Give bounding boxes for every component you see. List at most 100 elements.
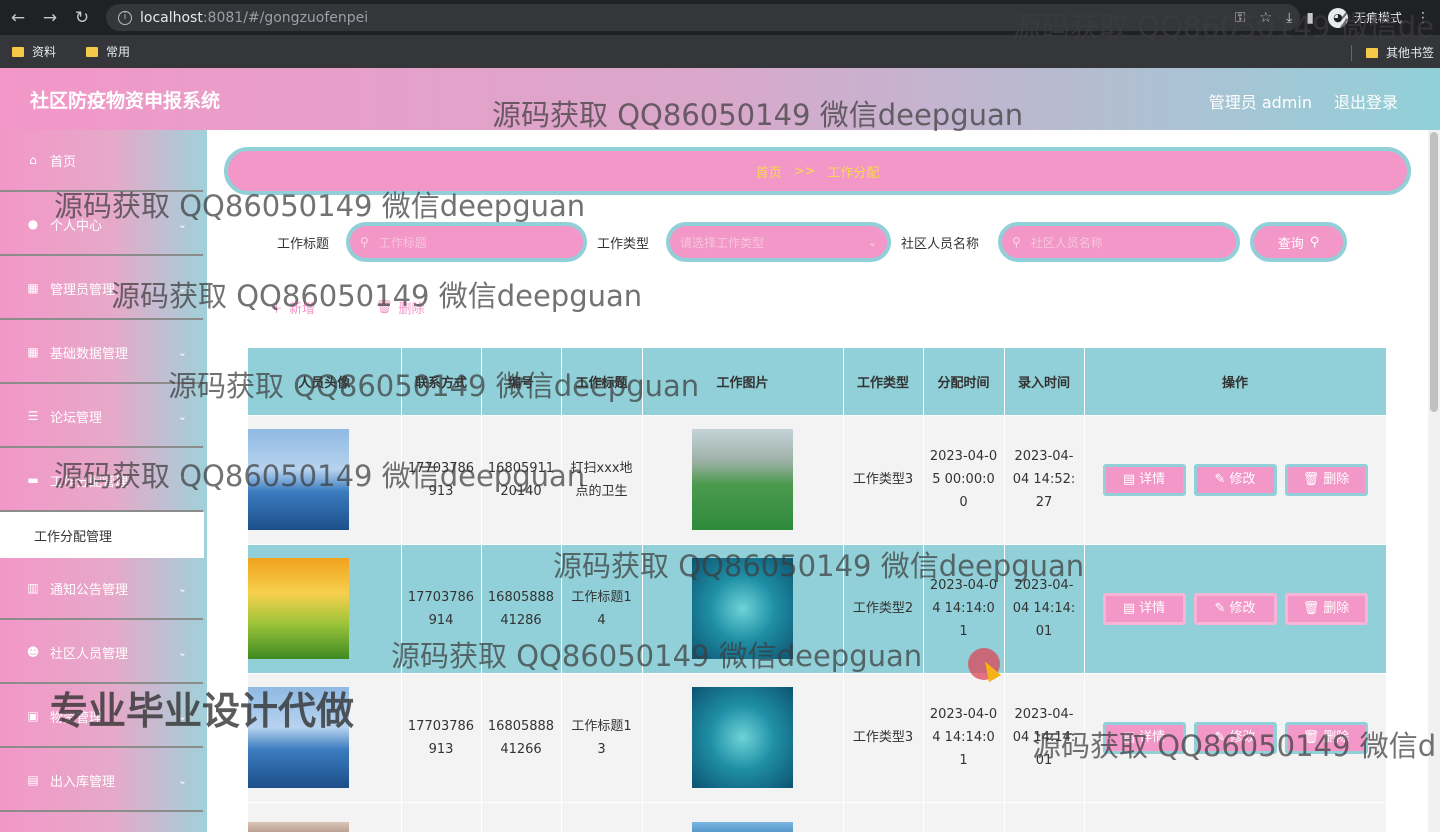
download-icon[interactable]: ⤓ xyxy=(1286,10,1292,26)
title-search-input[interactable]: ⚲ 工作标题 xyxy=(346,222,587,262)
chevron-down-icon: ⌄ xyxy=(177,409,187,423)
delete-button[interactable]: 🗑 删除 xyxy=(1284,592,1368,625)
query-button[interactable]: 查询 ⚲ xyxy=(1250,222,1347,262)
sidebar-item-label: 管理员管理 xyxy=(50,282,116,298)
title-cell: 工作标题13 xyxy=(561,672,643,802)
sidebar-item-label: 基础数据管理 xyxy=(50,346,129,362)
work-photo-field xyxy=(692,429,793,530)
grid-icon: ▦ xyxy=(27,281,39,295)
forward-icon[interactable]: → xyxy=(34,8,66,28)
edit-label: 修改 xyxy=(1229,601,1256,616)
back-icon[interactable]: ← xyxy=(2,8,34,28)
type-label: 工作类型 xyxy=(597,237,650,252)
chevron-up-icon: ⌃ xyxy=(177,473,187,487)
sidebar-item-work[interactable]: ▬ 工作分配管理 ⌃ xyxy=(0,450,203,512)
other-bookmarks[interactable]: 其他书签 xyxy=(1350,44,1434,61)
sidebar-item-inventory[interactable]: ▤ 出入库管理 ⌄ xyxy=(0,750,203,812)
title-placeholder: 工作标题 xyxy=(378,235,427,250)
column-header: 人员头像 xyxy=(248,348,402,415)
url-host: localhost xyxy=(140,9,203,26)
phone-cell: 17703786913 xyxy=(401,414,482,544)
bookmark-label: 资料 xyxy=(32,45,57,59)
assign-time-cell: 2023-04-04 14:14:01 xyxy=(923,672,1005,802)
trash-icon: 🗑 xyxy=(376,300,393,315)
folder-icon xyxy=(1365,47,1378,58)
bookmark-folder-2[interactable]: 常用 xyxy=(86,43,130,60)
sidebar-item-basedata[interactable]: ▦ 基础数据管理 ⌄ xyxy=(0,322,203,384)
reload-icon[interactable]: ↻ xyxy=(66,8,98,28)
bookmark-folder-1[interactable]: 资料 xyxy=(12,43,56,60)
sliders-icon: ☰ xyxy=(27,409,39,423)
type-select[interactable]: 请选择工作类型 ⌄ xyxy=(666,222,891,262)
column-header: 编号 xyxy=(481,348,562,415)
plus-icon: ＋ xyxy=(270,302,284,317)
column-header: 工作类型 xyxy=(843,348,924,415)
detail-button[interactable]: ▤ 详情 xyxy=(1102,721,1186,754)
document-icon: ▤ xyxy=(1122,601,1136,616)
bookmarks-bar: 资料 常用 其他书签 xyxy=(0,35,1440,68)
sidepanel-icon[interactable]: ▮ xyxy=(1306,10,1314,26)
add-button[interactable]: ＋ 新增 xyxy=(270,298,315,317)
type-placeholder: 请选择工作类型 xyxy=(680,235,765,250)
table-row: 17703786914 1680588841286 工作标题14 工作类型2 2… xyxy=(248,543,1387,673)
address-bar[interactable]: i localhost:8081/#/gongzuofenpei xyxy=(106,4,1300,31)
avatar-flower-photo xyxy=(248,558,349,659)
column-header: 操作 xyxy=(1084,348,1387,415)
edit-button[interactable]: ✎ 修改 xyxy=(1193,463,1277,496)
entry-time-cell: 2023-04-04 14:14:01 xyxy=(1004,543,1085,673)
pencil-icon: ✎ xyxy=(1214,472,1226,487)
sidebar-item-residents[interactable]: ☻ 社区人员管理 ⌄ xyxy=(0,622,203,684)
grid-icon: ▦ xyxy=(27,345,39,359)
star-icon[interactable]: ☆ xyxy=(1260,10,1273,26)
app-header: 社区防疫物资申报系统 管理员 admin 退出登录 xyxy=(0,68,1440,130)
bulk-delete-button[interactable]: 🗑 删除 xyxy=(376,298,425,317)
document-icon: ▤ xyxy=(1122,730,1136,745)
column-header: 录入时间 xyxy=(1004,348,1085,415)
sidebar-item-notice[interactable]: ▥ 通知公告管理 ⌄ xyxy=(0,558,203,620)
search-icon: ⚲ xyxy=(1309,234,1320,250)
chevron-down-icon: ⌄ xyxy=(177,281,187,295)
delete-label: 删除 xyxy=(398,302,425,317)
promo-watermark: 专业毕业设计代做 xyxy=(50,689,355,733)
sidebar-item-admin[interactable]: ▦ 管理员管理 ⌄ xyxy=(0,258,203,320)
users-icon: ☻ xyxy=(26,645,40,659)
data-table: 人员头像 联系方式 编号 工作标题 工作图片 工作类型 分配时间 录入时间 操作… xyxy=(248,348,1387,832)
clipboard-icon: ▤ xyxy=(27,773,39,787)
url-path: :8081/#/gongzuofenpei xyxy=(202,9,369,26)
work-photo xyxy=(692,822,793,832)
logout-link[interactable]: 退出登录 xyxy=(1334,89,1398,113)
detail-button[interactable]: ▤ 详情 xyxy=(1102,463,1186,496)
incognito-label: 无痕模式 xyxy=(1353,11,1402,25)
browser-toolbar: ← → ↻ i localhost:8081/#/gongzuofenpei ⚿… xyxy=(0,0,1440,35)
search-form: 工作标题 ⚲ 工作标题 工作类型 请选择工作类型 ⌄ 社区人员名称 ⚲ 社区人员名称 … xyxy=(0,222,1440,262)
sidebar-subitem-work-assignment[interactable]: 工作分配管理 xyxy=(0,512,204,558)
detail-label: 详情 xyxy=(1139,472,1166,487)
person-search-input[interactable]: ⚲ 社区人员名称 xyxy=(998,222,1240,262)
sidebar-item-label: 社区人员管理 xyxy=(50,646,129,662)
menu-icon[interactable]: ⋮ xyxy=(1416,10,1430,26)
delete-button[interactable]: 🗑 删除 xyxy=(1284,463,1368,496)
key-icon[interactable]: ⚿ xyxy=(1235,10,1246,26)
sidebar-item-home[interactable]: ⌂ 首页 xyxy=(0,130,203,192)
edit-button[interactable]: ✎ 修改 xyxy=(1193,592,1277,625)
detail-label: 详情 xyxy=(1139,601,1166,616)
title-label: 工作标题 xyxy=(277,237,330,252)
delete-label: 删除 xyxy=(1323,472,1350,487)
info-icon[interactable]: i xyxy=(118,10,132,25)
avatar-photo xyxy=(248,822,349,832)
edit-button[interactable]: ✎ 修改 xyxy=(1193,721,1277,754)
detail-button[interactable]: ▤ 详情 xyxy=(1102,592,1186,625)
column-header: 联系方式 xyxy=(401,348,482,415)
title-cell: 打扫xxx地点的卫生 xyxy=(561,414,643,544)
sidebar-item-forum[interactable]: ☰ 论坛管理 ⌄ xyxy=(0,386,203,448)
delete-button[interactable]: 🗑 删除 xyxy=(1284,721,1368,754)
incognito-indicator[interactable]: ◕ 无痕模式 xyxy=(1327,7,1402,28)
breadcrumb-home[interactable]: 首页 xyxy=(756,162,782,181)
sidebar-item-label: 出入库管理 xyxy=(50,774,116,790)
breadcrumb-separator: >> xyxy=(793,163,816,179)
type-cell: 工作类型2 xyxy=(843,543,924,673)
home-icon: ⌂ xyxy=(29,153,37,167)
entry-time-cell: 2023-04-04 14:14:01 xyxy=(1004,672,1085,802)
scroll-thumb[interactable] xyxy=(1430,132,1438,412)
code-cell: 1680588841286 xyxy=(481,543,562,673)
